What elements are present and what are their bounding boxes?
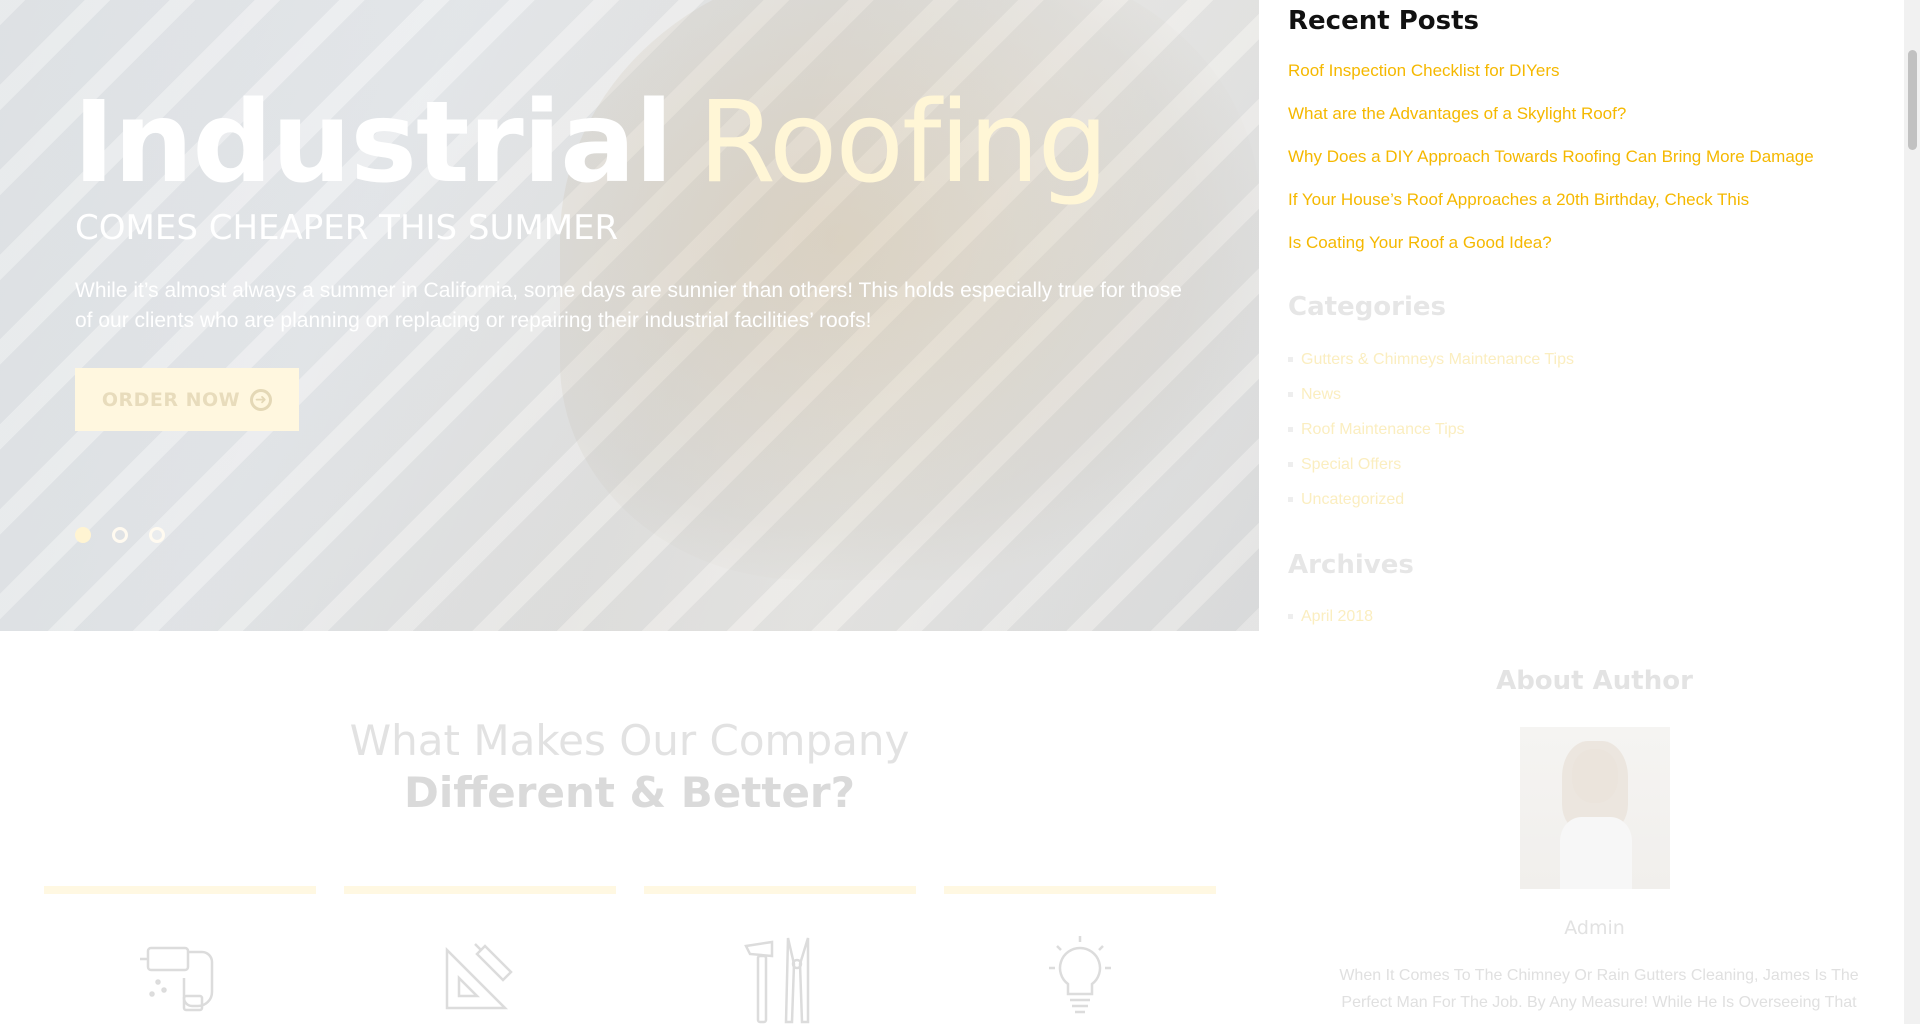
drill-icon [140,946,214,1012]
slider-dot-1[interactable] [75,527,91,543]
feature-card-4 [944,886,1216,1024]
recent-post-link[interactable]: What are the Advantages of a Skylight Ro… [1288,104,1626,124]
feature-card-3 [644,886,916,1024]
about-author-title: About Author [1496,666,1693,696]
hero-subtitle: COMES CHEAPER THIS SUMMER [75,208,619,248]
recent-post-link[interactable]: Is Coating Your Roof a Good Idea? [1288,233,1552,253]
slider-pagination [75,527,165,543]
recent-post-link[interactable]: Roof Inspection Checklist for DIYers [1288,61,1560,81]
circle-arrow-right-icon: ➜ [250,388,273,411]
lightbulb-icon [1049,936,1111,1014]
category-item[interactable]: Special Offers [1288,456,1401,474]
author-avatar [1520,727,1670,889]
scrollbar-thumb[interactable] [1908,50,1917,150]
category-item[interactable]: News [1288,386,1341,404]
order-now-button[interactable]: ORDER NOW ➜ [75,368,299,431]
author-bio: When It Comes To The Chimney Or Rain Gut… [1339,967,1859,1011]
company-heading-line2: Different & Better? [403,768,856,817]
slider-dot-2[interactable] [112,527,128,543]
slider-dot-3[interactable] [149,527,165,543]
ruler-pencil-icon [445,943,513,1010]
category-label: Roof Maintenance Tips [1301,421,1465,438]
categories-title: Categories [1288,292,1447,322]
bullet-icon [1288,614,1293,620]
hammer-pliers-icon [744,937,810,1024]
avatar-body [1560,817,1632,889]
bullet-icon [1288,427,1293,433]
author-name: Admin [1564,917,1625,939]
recent-post-link[interactable]: If Your House’s Roof Approaches a 20th B… [1288,190,1749,210]
hero-title: Industrial Roofing [73,78,1109,208]
hero-title-light: Roofing [698,78,1108,208]
recent-post-link[interactable]: Why Does a DIY Approach Towards Roofing … [1288,147,1814,167]
category-label: Special Offers [1301,456,1402,473]
hero-description: While it’s almost always a summer in Cal… [75,279,1182,332]
bullet-icon [1288,392,1293,398]
bullet-icon [1288,462,1293,468]
archive-item[interactable]: April 2018 [1288,608,1373,626]
page-scrollbar[interactable] [1904,0,1920,1024]
avatar-head [1572,749,1618,803]
feature-card-2 [344,886,616,1024]
company-heading-line1: What Makes Our Company [349,716,910,765]
bullet-icon [1288,357,1293,363]
category-label: Uncategorized [1301,491,1405,508]
hero-slider: Industrial Roofing COMES CHEAPER THIS SUM… [0,0,1259,631]
hero-title-strong: Industrial [73,78,673,208]
sidebar: Recent Posts Roof Inspection Checklist f… [1259,0,1904,1024]
order-now-label: ORDER NOW [101,388,241,411]
category-label: News [1301,386,1342,403]
archives-title: Archives [1288,550,1414,580]
recent-posts-title: Recent Posts [1288,6,1479,36]
bullet-icon [1288,497,1293,503]
category-item[interactable]: Gutters & Chimneys Maintenance Tips [1288,351,1574,369]
category-label: Gutters & Chimneys Maintenance Tips [1301,351,1575,368]
category-item[interactable]: Uncategorized [1288,491,1404,509]
category-item[interactable]: Roof Maintenance Tips [1288,421,1465,439]
archive-label: April 2018 [1301,608,1374,625]
feature-card-1 [44,886,316,1024]
